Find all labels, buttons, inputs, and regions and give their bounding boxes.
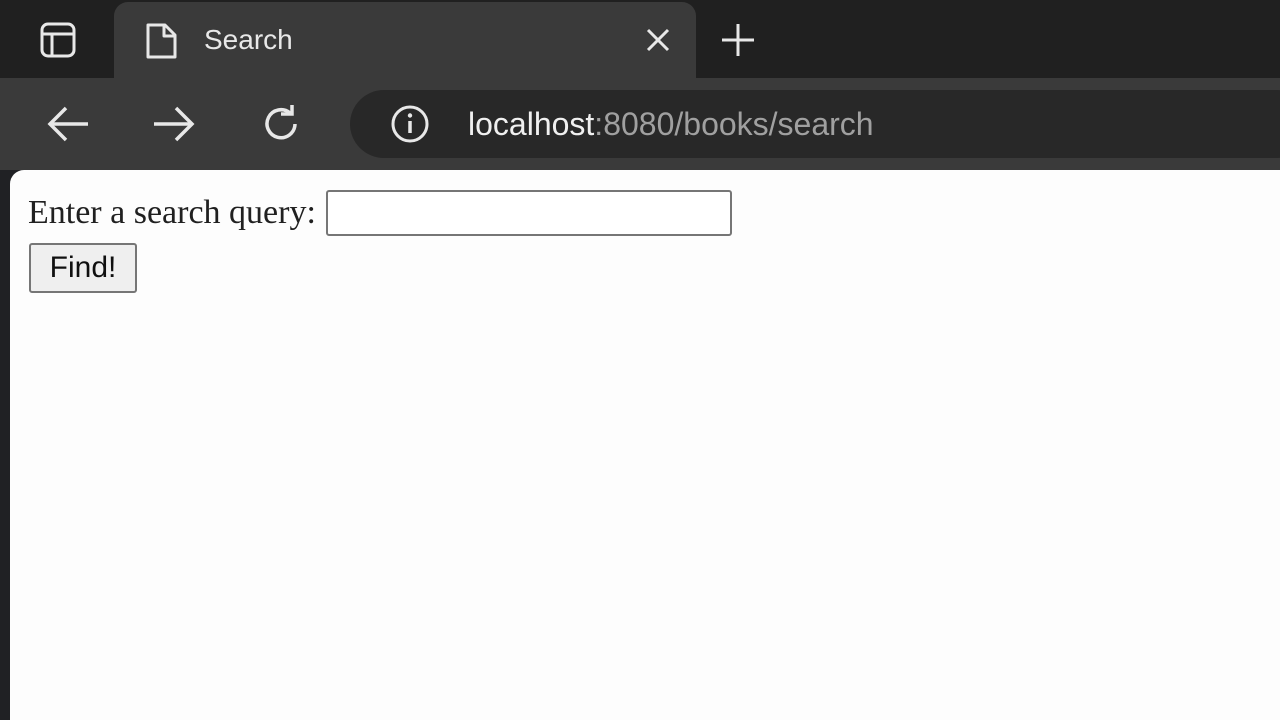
search-input[interactable] — [325, 190, 732, 236]
sidebar-toggle-icon[interactable] — [22, 14, 94, 66]
url-host: localhost — [468, 106, 595, 142]
reload-icon[interactable] — [255, 98, 307, 150]
tab-strip: Search — [0, 0, 1280, 78]
forward-arrow-icon[interactable] — [148, 98, 200, 150]
search-query-label: Enter a search query: — [28, 194, 316, 231]
tab-title: Search — [204, 24, 293, 55]
info-icon[interactable] — [390, 104, 430, 144]
plus-icon[interactable] — [712, 14, 764, 66]
url-text[interactable]: localhost:8080/books/search — [468, 104, 874, 144]
tab-search[interactable]: Search — [114, 2, 696, 78]
back-arrow-icon[interactable] — [42, 98, 94, 150]
close-icon[interactable] — [642, 24, 674, 56]
find-button[interactable]: Find! — [29, 243, 137, 293]
page-icon — [144, 22, 178, 60]
search-form: Enter a search query: — [28, 190, 732, 236]
browser-window: Search localhost:8080/books/search Enter… — [0, 0, 1280, 720]
page-content: Enter a search query: Find! — [10, 170, 1280, 720]
browser-toolbar: localhost:8080/books/search — [0, 78, 1280, 170]
address-bar[interactable]: localhost:8080/books/search — [350, 90, 1280, 158]
url-path: :8080/books/search — [594, 106, 874, 142]
